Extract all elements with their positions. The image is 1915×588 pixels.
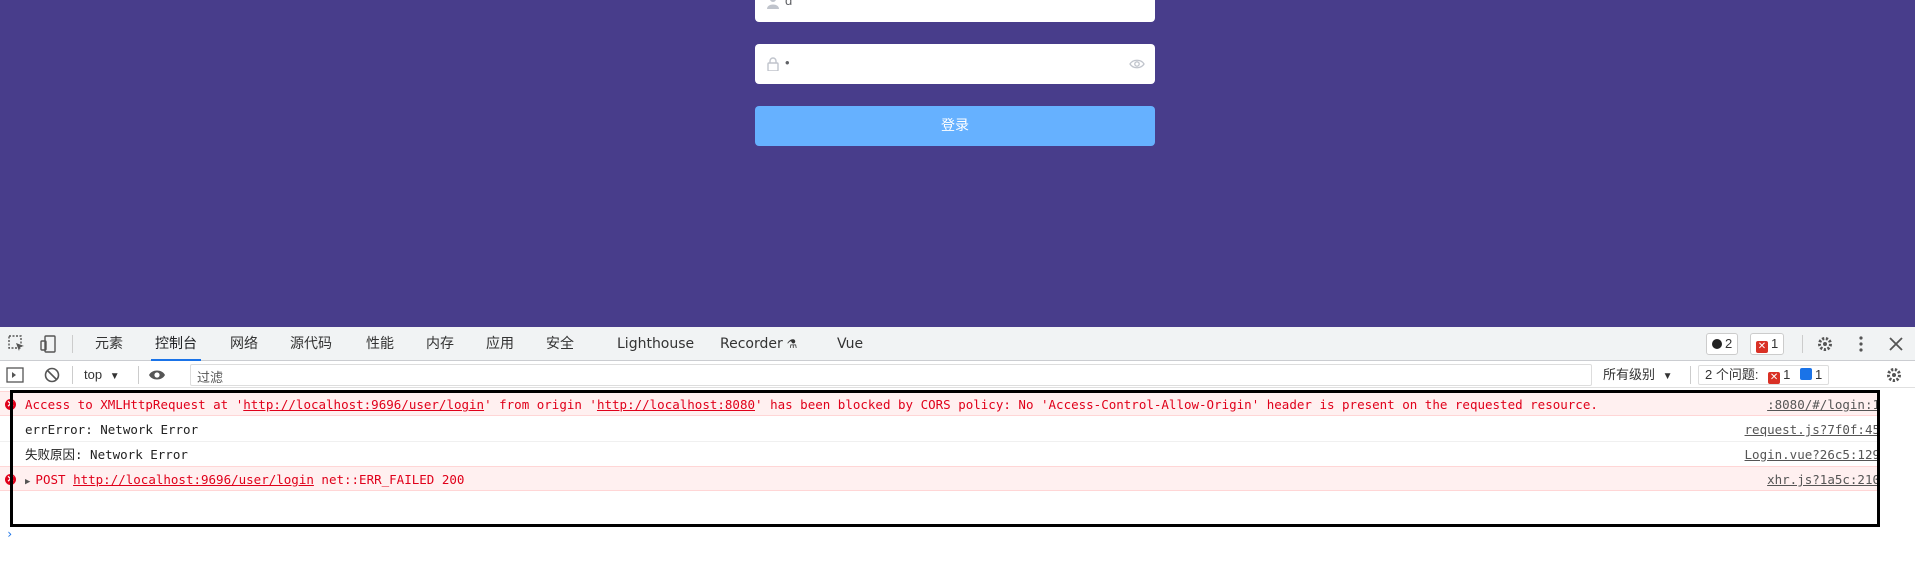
tab-3[interactable]: 源代码 (290, 327, 332, 361)
console-source-link[interactable]: xhr.js?1a5c:210 (1761, 467, 1880, 490)
tab-9[interactable]: Recorder ⚗ (720, 327, 797, 361)
messages-count: 2 (1725, 336, 1733, 351)
device-toolbar-icon[interactable] (40, 335, 58, 353)
tab-7[interactable]: 安全 (546, 327, 574, 361)
console-message: ▶ POST http://localhost:9696/user/login n… (25, 467, 465, 490)
console-errors-badge[interactable]: ✕ 1 (1750, 333, 1785, 355)
dropdown-arrow-icon: ▼ (109, 371, 120, 382)
dropdown-arrow-icon: ▼ (1662, 371, 1673, 382)
console-filterbar: top ▼ 过滤 所有级别 ▼ 2 个问题: ✕ 1 1 (0, 362, 1915, 388)
errors-count: 1 (1771, 336, 1779, 351)
toolbar-divider (1690, 366, 1691, 384)
console-text: POST (35, 472, 74, 487)
log-levels-dropdown[interactable]: 所有级别 ▼ (1603, 362, 1673, 388)
console-prompt-icon[interactable]: › (6, 527, 13, 541)
tab-1[interactable]: 控制台 (151, 327, 201, 361)
experiment-flask-icon: ⚗ (782, 337, 798, 351)
settings-gear-icon[interactable] (1816, 335, 1834, 353)
password-value: • (785, 55, 790, 70)
password-input[interactable]: • (755, 44, 1155, 84)
issues-info-count: 1 (1814, 367, 1823, 382)
log-levels-value: 所有级别 (1603, 367, 1656, 382)
toolbar-divider (72, 335, 73, 353)
tab-5[interactable]: 内存 (426, 327, 454, 361)
app-page: d • 登录 (0, 0, 1915, 327)
console-error-row[interactable]: ✕ ▶ POST http://localhost:9696/user/login … (0, 466, 1880, 491)
issues-label: 2 个问题: (1705, 367, 1759, 382)
console-text: ' from origin ' (484, 397, 597, 412)
sidebar-toggle-icon[interactable] (6, 366, 24, 384)
console-url-link[interactable]: http://localhost:9696/user/login (243, 397, 484, 412)
console-source-link[interactable]: request.js?7f0f:45 (1739, 417, 1880, 441)
username-input[interactable]: d (755, 0, 1155, 22)
console-message: Access to XMLHttpRequest at 'http://loca… (25, 392, 1598, 415)
close-icon[interactable] (1887, 335, 1905, 353)
console-text: ' has been blocked by CORS policy: No 'A… (755, 397, 1598, 412)
console-source-link[interactable]: :8080/#/login:1 (1761, 392, 1880, 415)
console-text: net::ERR_FAILED 200 (313, 472, 465, 487)
toolbar-divider (138, 366, 139, 384)
console-url-link[interactable]: http://localhost:9696/user/login (73, 472, 314, 487)
tab-0[interactable]: 元素 (95, 327, 123, 361)
inspect-element-icon[interactable] (8, 335, 26, 353)
devtools-tabbar: 元素 控制台 网络 源代码 性能 内存 应用 安全 Lighthouse Recorder ⚗ Vu… (0, 327, 1915, 361)
more-options-icon[interactable] (1852, 335, 1870, 353)
console-filter-input[interactable]: 过滤 (190, 364, 1592, 386)
username-value: d (785, 0, 793, 8)
expand-triangle-icon[interactable]: ▶ (25, 470, 30, 490)
console-message: 失败原因: Network Error (25, 447, 188, 462)
tab-2[interactable]: 网络 (230, 327, 258, 361)
error-circle-icon: ✕ (5, 399, 16, 410)
message-dot-icon (1712, 339, 1722, 349)
context-selector[interactable]: top ▼ (84, 362, 120, 388)
console-message: errError: Network Error (25, 422, 199, 437)
console-error-row[interactable]: ✕ Access to XMLHttpRequest at 'http://loc… (0, 391, 1880, 416)
error-icon: ✕ (1756, 341, 1768, 353)
clear-console-icon[interactable] (43, 366, 61, 384)
login-button[interactable]: 登录 (755, 106, 1155, 146)
error-circle-icon: ✕ (5, 474, 16, 485)
toolbar-divider (1802, 335, 1803, 353)
console-log-row[interactable]: errError: Network Error request.js?7f0f:4… (0, 417, 1880, 442)
console-url-link[interactable]: http://localhost:8080 (597, 397, 755, 412)
tab-10[interactable]: Vue (837, 327, 863, 361)
issue-error-icon: ✕ (1768, 372, 1781, 384)
lock-icon (767, 57, 779, 71)
show-password-icon[interactable] (1129, 57, 1145, 71)
issues-button[interactable]: 2 个问题: ✕ 1 1 (1698, 365, 1830, 385)
tab-8[interactable]: Lighthouse (617, 327, 694, 361)
console-log-row[interactable]: 失败原因: Network Error Login.vue?26c5:129 (0, 442, 1880, 467)
console-settings-gear-icon[interactable] (1885, 366, 1903, 384)
console-output: ✕ Access to XMLHttpRequest at 'http://loc… (0, 389, 1915, 588)
context-value: top (84, 367, 103, 382)
console-text: Access to XMLHttpRequest at ' (25, 397, 244, 412)
tab-6[interactable]: 应用 (486, 327, 514, 361)
issue-info-icon (1799, 368, 1812, 380)
filter-placeholder: 过滤 (197, 371, 224, 386)
issues-error-count: 1 (1783, 367, 1791, 382)
user-icon (767, 0, 779, 9)
console-messages-badge[interactable]: 2 (1706, 333, 1739, 355)
devtools-panel: 元素 控制台 网络 源代码 性能 内存 应用 安全 Lighthouse Recorder ⚗ Vu… (0, 327, 1915, 588)
tab-4[interactable]: 性能 (366, 327, 394, 361)
console-source-link[interactable]: Login.vue?26c5:129 (1739, 442, 1880, 466)
toolbar-divider (72, 366, 73, 384)
live-expression-eye-icon[interactable] (148, 366, 166, 384)
